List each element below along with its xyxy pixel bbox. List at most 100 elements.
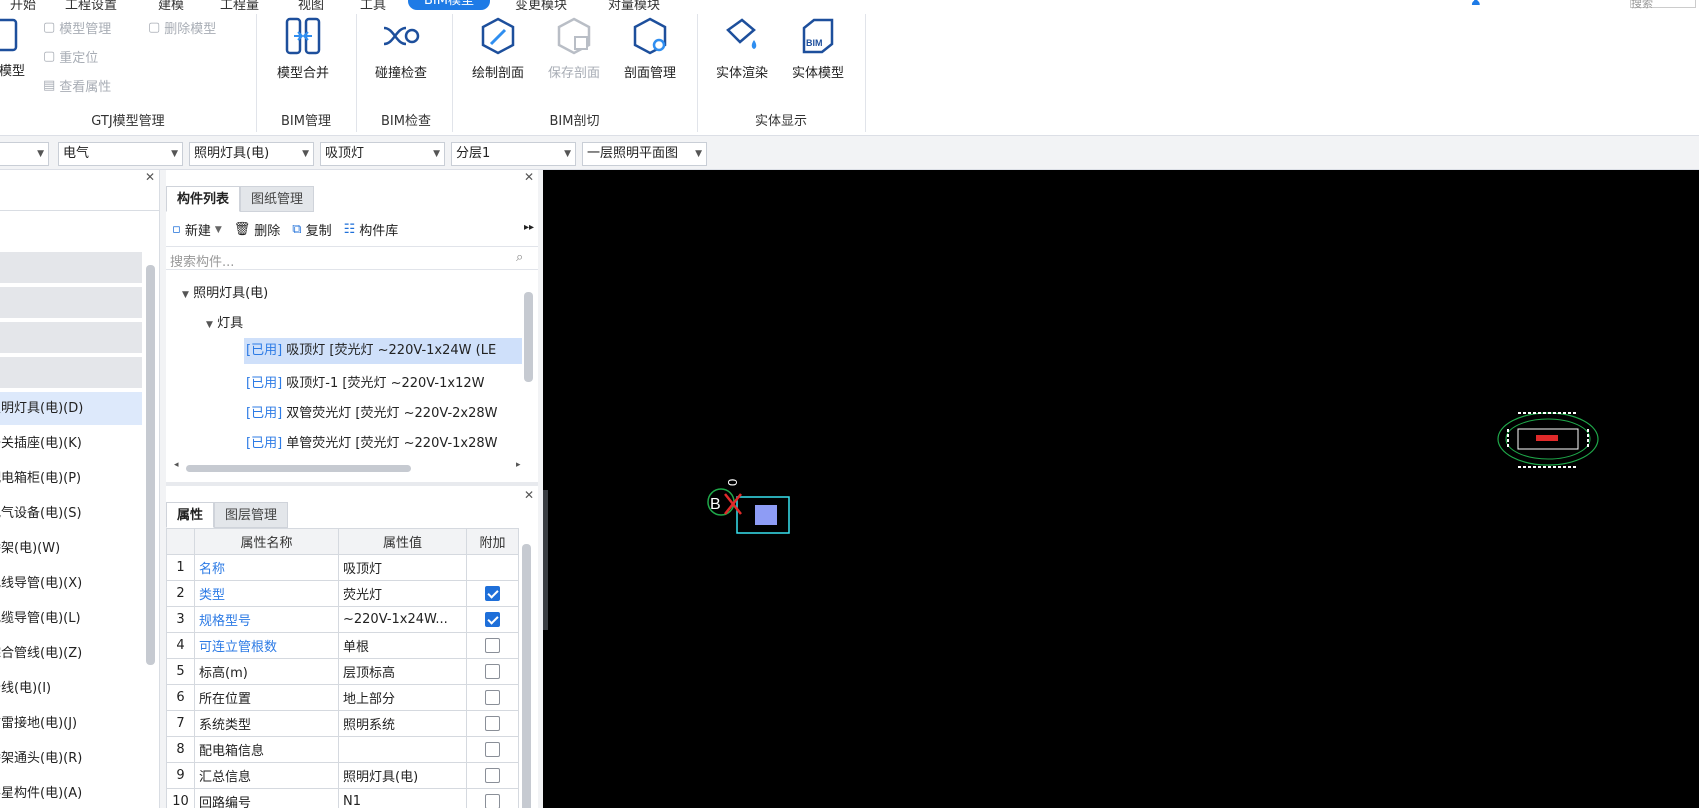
scrollbar[interactable] — [522, 544, 531, 808]
category-select[interactable]: 照明灯具(电) ▼ — [189, 142, 314, 166]
model-manage-button[interactable]: ▢ 模型管理 — [43, 18, 111, 37]
prop-value[interactable]: 荧光灯 — [338, 580, 467, 607]
menu-project-settings[interactable]: 工程设置 — [65, 0, 117, 10]
close-icon[interactable]: ✕ — [524, 170, 534, 184]
search-field[interactable]: 搜索构件... ⌕ — [166, 246, 538, 270]
close-icon[interactable]: ✕ — [524, 488, 534, 502]
prop-value[interactable]: 单根 — [338, 632, 467, 659]
prop-value[interactable]: 吸顶灯 — [338, 554, 467, 581]
nav-item-wire-conduit[interactable]: 电线导管(电)(X) — [0, 567, 142, 600]
tab-layer-manage[interactable]: 图层管理 — [214, 502, 289, 528]
scroll-right-icon[interactable]: ▸ — [516, 460, 521, 470]
draw-section-button[interactable]: 绘制剖面 — [464, 16, 532, 81]
drawing-select[interactable]: 一层照明平面图 ▼ — [582, 142, 707, 166]
drawing-canvas[interactable]: B 0 — [543, 170, 1699, 808]
nav-item-misc-component[interactable]: 零星构件(电)(A) — [0, 777, 142, 808]
prop-value[interactable]: 照明系统 — [338, 710, 467, 737]
extra-checkbox[interactable] — [485, 586, 500, 601]
prop-value[interactable] — [338, 736, 467, 763]
nav-item-bridge[interactable]: 桥架(电)(W) — [0, 532, 142, 565]
tree-item[interactable]: [已用] 吸顶灯 [荧光灯 ~220V-1x24W (LE — [244, 338, 522, 364]
prop-value[interactable]: 地上部分 — [338, 684, 467, 711]
extra-checkbox[interactable] — [485, 690, 500, 705]
nav-group-bar[interactable] — [0, 287, 142, 318]
prop-value[interactable]: N1 — [338, 788, 467, 808]
scroll-left-icon[interactable]: ◂ — [174, 460, 179, 470]
table-row[interactable]: 8 配电箱信息 — [166, 736, 519, 763]
extra-checkbox[interactable] — [485, 768, 500, 783]
lamp-symbol[interactable]: B 0 — [703, 470, 803, 550]
tree-item[interactable]: [已用] 吸顶灯-1 [荧光灯 ~220V-1x12W — [246, 372, 522, 391]
tree-group[interactable]: ▼ 灯具 — [206, 312, 243, 331]
tree-root[interactable]: ▼ 照明灯具(电) — [182, 282, 268, 301]
menu-view[interactable]: 视图 — [298, 0, 324, 10]
table-row[interactable]: 1 名称 吸顶灯 — [166, 554, 519, 581]
table-row[interactable]: 3 规格型号 ~220V-1x24W... — [166, 606, 519, 633]
discipline-select[interactable]: 电气 ▼ — [58, 142, 183, 166]
extra-checkbox[interactable] — [485, 638, 500, 653]
floor-select[interactable]: ▼ — [0, 142, 49, 166]
chevron-down-icon[interactable]: ▼ — [215, 225, 222, 235]
menu-tools[interactable]: 工具 — [360, 0, 386, 10]
extra-checkbox[interactable] — [485, 664, 500, 679]
menu-start[interactable]: 开始 — [10, 0, 36, 10]
nav-group-bar[interactable] — [0, 322, 142, 353]
menu-quantity[interactable]: 工程量 — [220, 0, 259, 10]
collision-check-button[interactable]: 碰撞检查 — [368, 16, 434, 81]
solid-model-button[interactable]: BIM 实体模型 — [784, 16, 852, 81]
tab-component-list[interactable]: 构件列表 — [166, 186, 241, 212]
h-scrollbar[interactable]: ◂ ▸ — [174, 460, 534, 474]
tree-item[interactable]: [已用] 双管荧光灯 [荧光灯 ~220V-2x28W — [246, 402, 522, 421]
relocate-button[interactable]: ▢ 重定位 — [43, 47, 98, 66]
panel-splitter[interactable] — [543, 490, 548, 630]
menu-modeling[interactable]: 建模 — [158, 0, 184, 10]
menu-bim-model[interactable]: BIM模型 — [408, 0, 490, 10]
extra-checkbox[interactable] — [485, 716, 500, 731]
scrollbar[interactable] — [524, 292, 533, 382]
delete-button[interactable]: 删除 — [254, 220, 280, 239]
layer-select[interactable]: 分层1 ▼ — [451, 142, 576, 166]
save-section-button[interactable]: 保存剖面 — [540, 16, 608, 81]
nav-item-busbar[interactable]: 母线(电)(I) — [0, 672, 142, 705]
tab-properties[interactable]: 属性 — [166, 502, 215, 528]
nav-item-distribution-box[interactable]: 配电箱柜(电)(P) — [0, 462, 142, 495]
tab-drawing-manage[interactable]: 图纸管理 — [240, 186, 315, 212]
nav-item-electric-equipment[interactable]: 电气设备(电)(S) — [0, 497, 142, 530]
nav-group-bar[interactable] — [0, 252, 142, 283]
scroll-thumb[interactable] — [186, 465, 411, 472]
nav-group-bar[interactable] — [0, 357, 142, 388]
table-row[interactable]: 6 所在位置 地上部分 — [166, 684, 519, 711]
delete-model-button[interactable]: ▢ 删除模型 — [148, 18, 216, 37]
model-button[interactable]: 模型 — [0, 16, 32, 79]
prop-value[interactable]: ~220V-1x24W... — [338, 606, 467, 633]
search-box[interactable]: 搜索 — [1630, 0, 1696, 10]
close-icon[interactable]: ✕ — [145, 170, 155, 184]
nav-item-cable-conduit[interactable]: 电缆导管(电)(L) — [0, 602, 142, 635]
model-merge-button[interactable]: 模型合并 — [270, 16, 336, 81]
new-button[interactable]: 新建 — [185, 220, 211, 239]
nav-item-switch-socket[interactable]: 开关插座(电)(K) — [0, 427, 142, 460]
table-row[interactable]: 2 类型 荧光灯 — [166, 580, 519, 607]
menu-compare-module[interactable]: 对量模块 — [608, 0, 660, 10]
extra-checkbox[interactable] — [485, 742, 500, 757]
section-manage-button[interactable]: 剖面管理 — [616, 16, 684, 81]
table-row[interactable]: 4 可连立管根数 单根 — [166, 632, 519, 659]
nav-item-lighting[interactable]: 照明灯具(电)(D) — [0, 392, 142, 425]
search-icon[interactable]: ⌕ — [516, 250, 523, 265]
table-row[interactable]: 9 汇总信息 照明灯具(电) — [166, 762, 519, 789]
table-row[interactable]: 10 回路编号 N1 — [166, 788, 519, 808]
table-row[interactable]: 5 标高(m) 层顶标高 — [166, 658, 519, 685]
extra-checkbox[interactable] — [485, 612, 500, 627]
expand-icon[interactable]: ▸▸ — [524, 222, 534, 233]
library-button[interactable]: 构件库 — [359, 220, 398, 239]
tree-item[interactable]: [已用] 单管荧光灯 [荧光灯 ~220V-1x28W — [246, 432, 522, 451]
view-props-button[interactable]: ▤ 查看属性 — [43, 76, 111, 95]
extra-checkbox[interactable] — [485, 794, 500, 808]
nav-item-lightning-grounding[interactable]: 防雷接地(电)(J) — [0, 707, 142, 740]
component-select[interactable]: 吸顶灯 ▼ — [320, 142, 445, 166]
table-row[interactable]: 7 系统类型 照明系统 — [166, 710, 519, 737]
user-icon[interactable]: ♟ — [1470, 0, 1482, 9]
circuit-symbol-cluster[interactable] — [1488, 405, 1608, 475]
menu-change-module[interactable]: 变更模块 — [515, 0, 567, 10]
scrollbar[interactable] — [146, 265, 155, 665]
